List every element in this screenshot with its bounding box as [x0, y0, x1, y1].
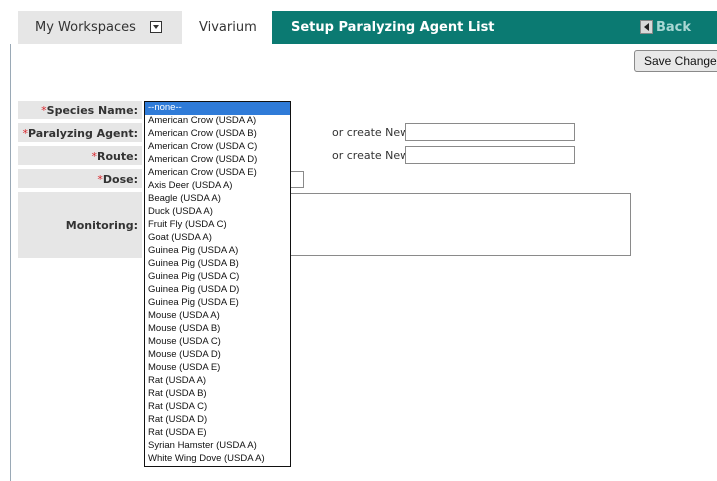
species-option[interactable]: Axis Deer (USDA A) [145, 180, 290, 193]
monitoring-textarea[interactable] [288, 193, 631, 256]
species-option[interactable]: Rat (USDA A) [145, 375, 290, 388]
species-option[interactable]: Rat (USDA D) [145, 414, 290, 427]
chevron-down-icon[interactable] [150, 21, 162, 33]
species-option[interactable]: Rat (USDA B) [145, 388, 290, 401]
species-option[interactable]: Mouse (USDA B) [145, 323, 290, 336]
back-button[interactable]: Back [640, 20, 692, 35]
arrow-left-icon [640, 20, 653, 34]
monitoring-label: Monitoring: [18, 192, 142, 258]
species-option[interactable]: Rat (USDA E) [145, 427, 290, 440]
tab-vivarium-label: Vivarium [199, 20, 257, 35]
species-option[interactable]: American Crow (USDA D) [145, 154, 290, 167]
species-option[interactable]: American Crow (USDA E) [145, 167, 290, 180]
create-new-agent-label: or create New [332, 126, 410, 139]
tab-vivarium[interactable]: Vivarium [182, 11, 272, 44]
species-option[interactable]: Beagle (USDA A) [145, 193, 290, 206]
species-option[interactable]: Duck (USDA A) [145, 206, 290, 219]
species-option[interactable]: Rat (USDA C) [145, 401, 290, 414]
page-header-bar: Setup Paralyzing Agent List Back [272, 11, 717, 44]
species-option[interactable]: Mouse (USDA E) [145, 362, 290, 375]
species-option[interactable]: Guinea Pig (USDA C) [145, 271, 290, 284]
species-option[interactable]: Mouse (USDA D) [145, 349, 290, 362]
species-option[interactable]: Mouse (USDA C) [145, 336, 290, 349]
species-option[interactable]: Guinea Pig (USDA A) [145, 245, 290, 258]
top-nav-bar: My Workspaces Vivarium Setup Paralyzing … [0, 0, 717, 44]
species-option[interactable]: Guinea Pig (USDA E) [145, 297, 290, 310]
dose-label: *Dose: [18, 169, 142, 188]
species-option[interactable]: Fruit Fly (USDA C) [145, 219, 290, 232]
new-agent-input[interactable] [405, 123, 575, 141]
dose-label-text: Dose: [102, 173, 138, 186]
page-title: Setup Paralyzing Agent List [291, 20, 495, 35]
species-option[interactable]: Syrian Hamster (USDA A) [145, 440, 290, 453]
route-label-text: Route: [97, 150, 138, 163]
species-option[interactable]: White Wing Dove (USDA A) [145, 453, 290, 466]
species-option[interactable]: American Crow (USDA C) [145, 141, 290, 154]
paralyzing-agent-label: *Paralyzing Agent: [18, 123, 142, 142]
species-dropdown-list[interactable]: --none-- American Crow (USDA A) American C… [144, 101, 291, 467]
species-option[interactable]: Guinea Pig (USDA D) [145, 284, 290, 297]
left-divider [10, 44, 11, 481]
save-changes-button[interactable]: Save Changes [634, 50, 717, 72]
new-route-input[interactable] [405, 146, 575, 164]
my-workspaces-tab[interactable]: My Workspaces [18, 11, 182, 44]
species-option[interactable]: Mouse (USDA A) [145, 310, 290, 323]
species-option[interactable]: --none-- [145, 102, 290, 115]
create-new-route-label: or create New [332, 149, 410, 162]
species-option[interactable]: Guinea Pig (USDA B) [145, 258, 290, 271]
my-workspaces-label: My Workspaces [35, 20, 136, 35]
species-option[interactable]: American Crow (USDA B) [145, 128, 290, 141]
species-option[interactable]: American Crow (USDA A) [145, 115, 290, 128]
species-name-label: *Species Name: [18, 101, 142, 119]
species-name-label-text: Species Name: [46, 104, 138, 117]
paralyzing-agent-label-text: Paralyzing Agent: [27, 127, 138, 140]
species-option[interactable]: Goat (USDA A) [145, 232, 290, 245]
route-label: *Route: [18, 146, 142, 165]
back-label: Back [656, 20, 692, 35]
